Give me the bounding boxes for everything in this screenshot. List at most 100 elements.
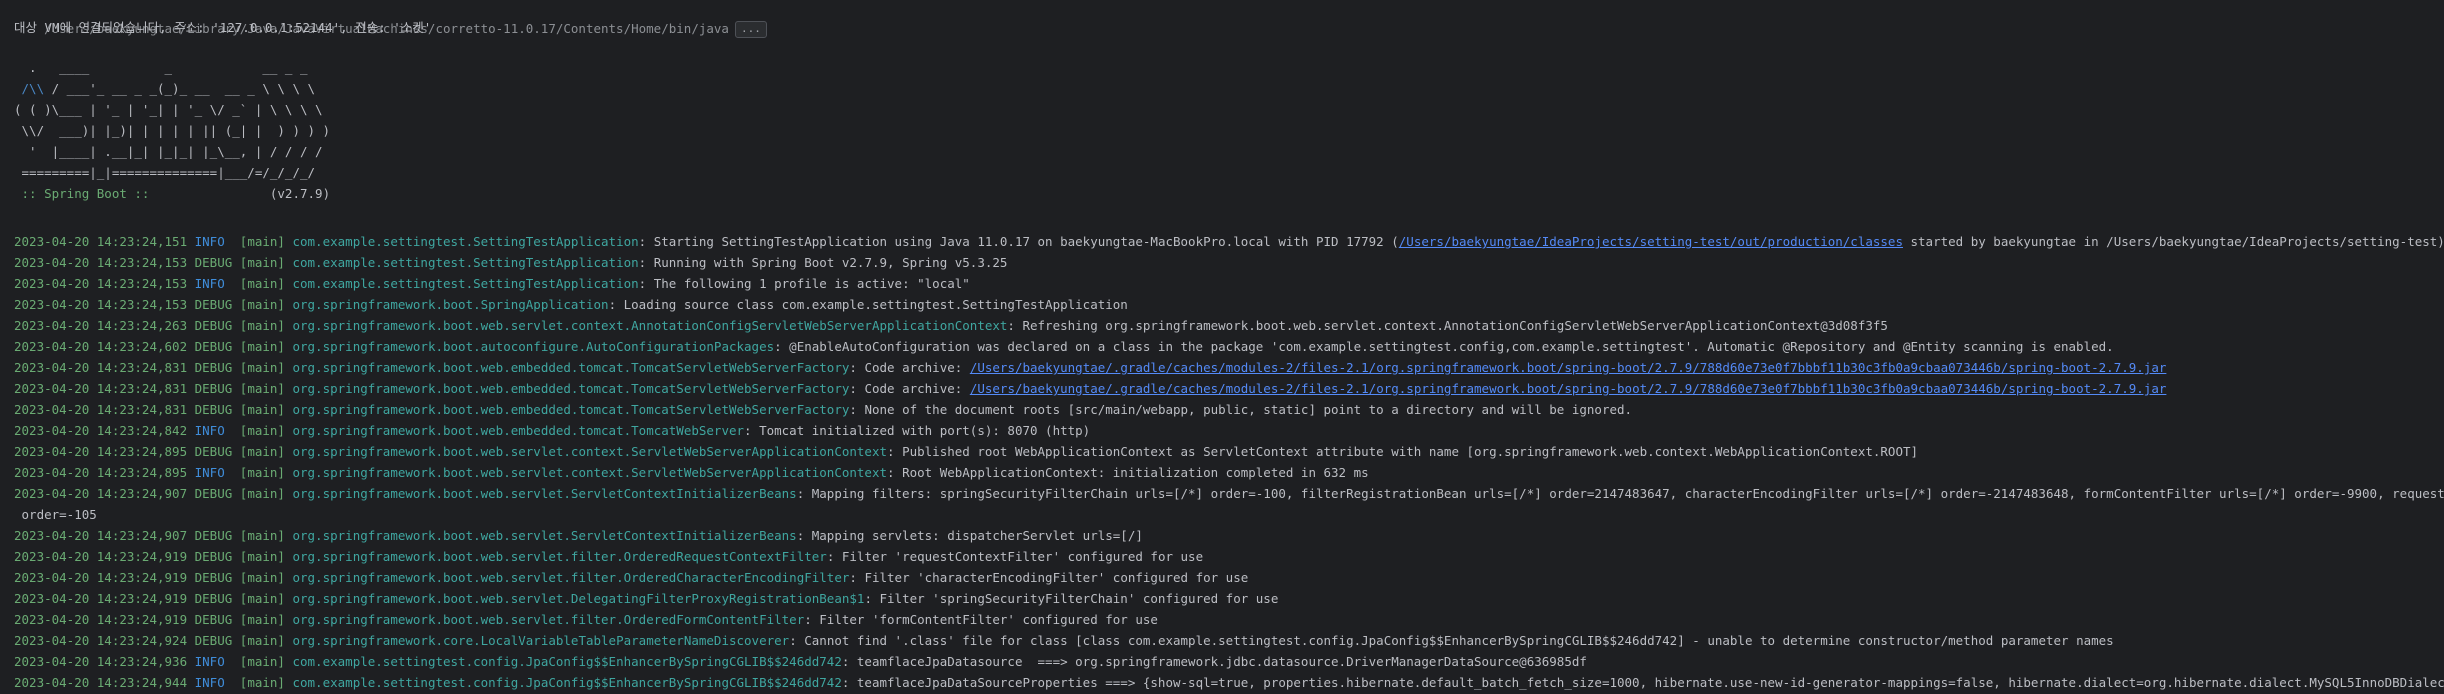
log-logger[interactable]: org.springframework.boot.web.servlet.fil… (292, 612, 804, 627)
log-message: : Tomcat initialized with port(s): 8070 … (744, 423, 1091, 438)
log-message: : The following 1 profile is active: "lo… (638, 276, 970, 291)
log-timestamp: 2023-04-20 14:23:24,936 (14, 654, 188, 669)
log-logger[interactable]: org.springframework.boot.web.servlet.Ser… (292, 486, 796, 501)
log-thread: [main] (239, 570, 285, 585)
log-level: DEBUG (194, 444, 233, 459)
log-logger[interactable]: org.springframework.boot.web.servlet.con… (292, 465, 887, 480)
log-timestamp: 2023-04-20 14:23:24,919 (14, 549, 188, 564)
log-line: 2023-04-20 14:23:24,919 DEBUG [main] org… (14, 588, 1278, 609)
log-logger[interactable]: org.springframework.boot.autoconfigure.A… (292, 339, 774, 354)
log-level: DEBUG (194, 297, 233, 312)
spring-boot-version-line: :: Spring Boot :: (v2.7.9) (14, 183, 331, 204)
log-line: 2023-04-20 14:23:24,919 DEBUG [main] org… (14, 546, 1203, 567)
spring-boot-label: :: Spring Boot :: (14, 186, 157, 201)
log-line: 2023-04-20 14:23:24,831 DEBUG [main] org… (14, 378, 2166, 399)
log-line: 2023-04-20 14:23:24,602 DEBUG [main] org… (14, 336, 2114, 357)
log-level: INFO (194, 675, 233, 690)
log-timestamp: 2023-04-20 14:23:24,895 (14, 444, 188, 459)
log-level: DEBUG (194, 318, 233, 333)
expand-command-button[interactable]: ... (734, 21, 767, 38)
log-message: : Filter 'springSecurityFilterChain' con… (864, 591, 1279, 606)
log-logger[interactable]: org.springframework.core.LocalVariableTa… (292, 633, 789, 648)
log-logger[interactable]: com.example.settingtest.config.JpaConfig… (292, 675, 841, 690)
log-thread: [main] (239, 297, 285, 312)
log-message: : Refreshing org.springframework.boot.we… (1007, 318, 1888, 333)
log-message: : Code archive: (849, 360, 970, 375)
log-thread: [main] (239, 612, 285, 627)
log-message: : Published root WebApplicationContext a… (887, 444, 1919, 459)
log-level: INFO (194, 654, 233, 669)
log-logger[interactable]: org.springframework.boot.web.servlet.fil… (292, 570, 849, 585)
log-logger[interactable]: com.example.settingtest.SettingTestAppli… (292, 234, 638, 249)
log-logger[interactable]: org.springframework.boot.web.embedded.to… (292, 423, 744, 438)
log-line-continuation: order=-105 (14, 507, 97, 522)
log-timestamp: 2023-04-20 14:23:24,153 (14, 276, 188, 291)
log-line: 2023-04-20 14:23:24,895 DEBUG [main] org… (14, 441, 1918, 462)
log-line: 2023-04-20 14:23:24,924 DEBUG [main] org… (14, 630, 2114, 651)
log-logger[interactable]: com.example.settingtest.SettingTestAppli… (292, 276, 638, 291)
log-timestamp: 2023-04-20 14:23:24,831 (14, 402, 188, 417)
log-logger[interactable]: org.springframework.boot.web.servlet.fil… (292, 549, 826, 564)
log-level: INFO (194, 234, 233, 249)
log-thread: [main] (239, 381, 285, 396)
log-thread: [main] (239, 402, 285, 417)
log-logger[interactable]: org.springframework.boot.web.servlet.con… (292, 444, 887, 459)
log-timestamp: 2023-04-20 14:23:24,153 (14, 255, 188, 270)
log-thread: [main] (239, 549, 285, 564)
log-logger[interactable]: org.springframework.boot.SpringApplicati… (292, 297, 608, 312)
command-line: /Users/baekyungtae/Library/Java/JavaVirt… (14, 0, 767, 38)
banner-line: ( ( )\___ | '_ | '_| | '_ \/ _` | \ \ \ … (14, 102, 323, 117)
banner-line-rest: / ___'_ __ _ _(_)_ __ __ _ \ \ \ \ (44, 81, 316, 96)
log-message: : Code archive: (849, 381, 970, 396)
log-level: DEBUG (194, 591, 233, 606)
run-console[interactable]: /Users/baekyungtae/Library/Java/JavaVirt… (0, 0, 2444, 694)
log-line: 2023-04-20 14:23:24,842 INFO [main] org.… (14, 420, 1090, 441)
log-timestamp: 2023-04-20 14:23:24,153 (14, 297, 188, 312)
banner-line: /\\ / ___'_ __ _ _(_)_ __ __ _ \ \ \ \ (14, 78, 316, 99)
log-line: 2023-04-20 14:23:24,936 INFO [main] com.… (14, 651, 1587, 672)
file-path-link[interactable]: /Users/baekyungtae/.gradle/caches/module… (970, 360, 2167, 375)
log-logger[interactable]: com.example.settingtest.config.JpaConfig… (292, 654, 841, 669)
log-line: 2023-04-20 14:23:24,151 INFO [main] com.… (14, 231, 2444, 252)
log-message: : None of the document roots [src/main/w… (849, 402, 1633, 417)
log-timestamp: 2023-04-20 14:23:24,831 (14, 360, 188, 375)
log-timestamp: 2023-04-20 14:23:24,924 (14, 633, 188, 648)
log-level: DEBUG (194, 549, 233, 564)
log-timestamp: 2023-04-20 14:23:24,919 (14, 591, 188, 606)
log-logger[interactable]: org.springframework.boot.web.embedded.to… (292, 381, 849, 396)
log-timestamp: 2023-04-20 14:23:24,602 (14, 339, 188, 354)
log-logger[interactable]: org.springframework.boot.web.embedded.to… (292, 402, 849, 417)
log-logger[interactable]: org.springframework.boot.web.embedded.to… (292, 360, 849, 375)
file-path-link[interactable]: /Users/baekyungtae/.gradle/caches/module… (970, 381, 2167, 396)
log-logger[interactable]: org.springframework.boot.web.servlet.con… (292, 318, 1007, 333)
log-line: 2023-04-20 14:23:24,153 INFO [main] com.… (14, 273, 970, 294)
log-timestamp: 2023-04-20 14:23:24,919 (14, 612, 188, 627)
log-message: : Filter 'characterEncodingFilter' confi… (849, 570, 1249, 585)
log-line: 2023-04-20 14:23:24,895 INFO [main] org.… (14, 462, 1369, 483)
log-timestamp: 2023-04-20 14:23:24,831 (14, 381, 188, 396)
log-logger[interactable]: org.springframework.boot.web.servlet.Ser… (292, 528, 796, 543)
log-message: : teamflaceJpaDatasource ===> org.spring… (841, 654, 1587, 669)
log-line: 2023-04-20 14:23:24,907 DEBUG [main] org… (14, 525, 1143, 546)
log-logger[interactable]: org.springframework.boot.web.servlet.Del… (292, 591, 864, 606)
log-level: DEBUG (194, 486, 233, 501)
log-thread: [main] (239, 591, 285, 606)
log-thread: [main] (239, 444, 285, 459)
log-message: : Filter 'formContentFilter' configured … (804, 612, 1158, 627)
log-timestamp: 2023-04-20 14:23:24,944 (14, 675, 188, 690)
log-thread: [main] (239, 423, 285, 438)
log-level: DEBUG (194, 402, 233, 417)
log-message: : @EnableAutoConfiguration was declared … (774, 339, 2114, 354)
log-line: 2023-04-20 14:23:24,944 INFO [main] com.… (14, 672, 2444, 693)
log-thread: [main] (239, 318, 285, 333)
log-logger[interactable]: com.example.settingtest.SettingTestAppli… (292, 255, 638, 270)
banner-line: ' |____| .__|_| |_|_| |_\__, | / / / / (14, 144, 323, 159)
file-path-link[interactable]: /Users/baekyungtae/IdeaProjects/setting-… (1399, 234, 1903, 249)
log-thread: [main] (239, 654, 285, 669)
log-level: DEBUG (194, 633, 233, 648)
log-timestamp: 2023-04-20 14:23:24,842 (14, 423, 188, 438)
log-timestamp: 2023-04-20 14:23:24,907 (14, 486, 188, 501)
log-thread: [main] (239, 528, 285, 543)
log-timestamp: 2023-04-20 14:23:24,151 (14, 234, 188, 249)
log-message: : Loading source class com.example.setti… (608, 297, 1128, 312)
